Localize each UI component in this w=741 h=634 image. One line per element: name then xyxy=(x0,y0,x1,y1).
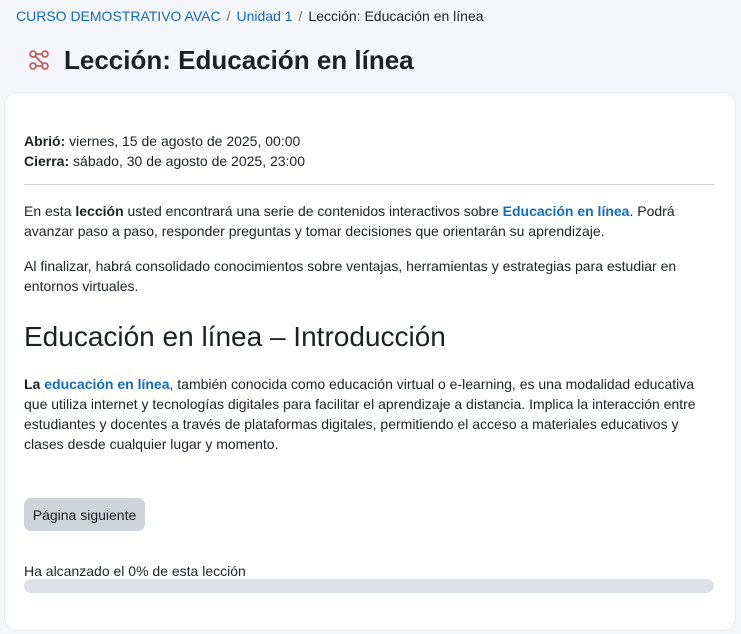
intro-text: usted encontrará una serie de contenidos… xyxy=(123,203,503,219)
intro-bold-text: lección xyxy=(75,203,124,219)
breadcrumb-course-link[interactable]: CURSO DEMOSTRATIVO AVAC xyxy=(16,8,221,24)
closes-date: Cierra: sábado, 30 de agosto de 2025, 23… xyxy=(24,151,305,171)
content-paragraph: La educación en línea, también conocida … xyxy=(24,374,714,454)
progress-label: Ha alcanzado el 0% de esta lección xyxy=(24,563,246,579)
breadcrumb-current: Lección: Educación en línea xyxy=(308,8,484,24)
intro-topic-link[interactable]: Educación en línea xyxy=(503,203,630,219)
opened-value: viernes, 15 de agosto de 2025, 00:00 xyxy=(65,133,301,149)
page-title: Lección: Educación en línea xyxy=(64,45,414,75)
page-header: Lección: Educación en línea xyxy=(28,42,414,78)
progress-bar xyxy=(24,579,714,593)
closes-label: Cierra: xyxy=(24,153,70,169)
intro-text: En esta xyxy=(24,203,76,219)
divider xyxy=(24,184,714,185)
breadcrumb-unit-link[interactable]: Unidad 1 xyxy=(236,8,292,24)
intro-paragraph-2: Al finalizar, habrá consolidado conocimi… xyxy=(24,258,677,294)
content-bold-text: La xyxy=(24,376,45,392)
opened-label: Abrió: xyxy=(24,133,66,149)
breadcrumb-separator: / xyxy=(298,8,303,24)
section-heading: Educación en línea – Introducción xyxy=(24,321,446,352)
content-topic-link[interactable]: educación en línea xyxy=(44,376,169,392)
closes-value: sábado, 30 de agosto de 2025, 23:00 xyxy=(69,153,306,169)
lesson-dates: Abrió: viernes, 15 de agosto de 2025, 00… xyxy=(24,131,305,171)
breadcrumb-separator: / xyxy=(226,8,231,24)
breadcrumb: CURSO DEMOSTRATIVO AVAC / Unidad 1 / Lección… xyxy=(16,7,484,25)
opened-date: Abrió: viernes, 15 de agosto de 2025, 00… xyxy=(24,131,305,151)
lesson-card: Abrió: viernes, 15 de agosto de 2025, 00… xyxy=(5,93,735,630)
next-page-button[interactable]: Página siguiente xyxy=(24,498,145,531)
intro-paragraph: En esta lección usted encontrará una ser… xyxy=(24,201,714,241)
lesson-network-icon xyxy=(28,49,50,71)
